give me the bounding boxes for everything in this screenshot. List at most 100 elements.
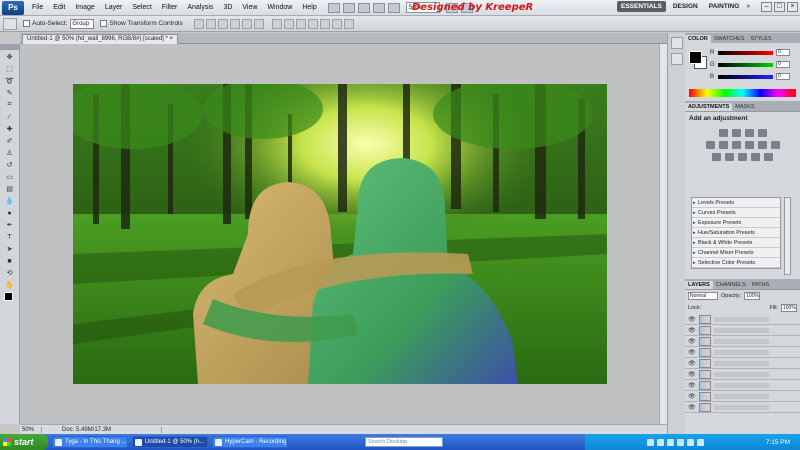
curves-icon[interactable] bbox=[744, 129, 754, 137]
quick-select-tool-icon[interactable]: ✎ bbox=[4, 88, 16, 98]
taskbar-clock[interactable]: 7:15 PM bbox=[766, 439, 790, 446]
eyedropper-tool-icon[interactable]: ⁄ bbox=[4, 112, 16, 122]
eye-icon[interactable]: 👁 bbox=[688, 360, 696, 367]
tray-icon[interactable] bbox=[667, 438, 674, 446]
layer-row[interactable]: 👁 bbox=[685, 391, 800, 402]
taskbar-item-hypercam[interactable]: HyperCam - Recording bbox=[212, 436, 288, 448]
eye-icon[interactable]: 👁 bbox=[688, 316, 696, 323]
tab-paths[interactable]: PATHS bbox=[749, 281, 773, 289]
adjustments-scrollbar[interactable] bbox=[784, 197, 791, 275]
tray-icon[interactable] bbox=[657, 438, 664, 446]
maximize-button[interactable]: □ bbox=[774, 2, 785, 12]
panel-foreground-swatch[interactable] bbox=[689, 51, 702, 64]
document-canvas-image[interactable] bbox=[73, 84, 607, 384]
layer-row[interactable]: 👁 bbox=[685, 336, 800, 347]
status-zoom[interactable]: 50% bbox=[20, 426, 42, 433]
workspace-painting[interactable]: PAINTING bbox=[705, 1, 744, 12]
tray-icon[interactable] bbox=[647, 438, 654, 446]
menu-image[interactable]: Image bbox=[70, 4, 99, 11]
distribute-middle-icon[interactable] bbox=[283, 18, 294, 29]
3d-rotate-tool-icon[interactable]: ⟲ bbox=[4, 268, 16, 278]
gradient-map-icon[interactable] bbox=[751, 153, 760, 161]
menu-window[interactable]: Window bbox=[262, 4, 297, 11]
preset-hue-saturation[interactable]: Hue/Saturation Presets bbox=[692, 228, 780, 238]
eye-icon[interactable]: 👁 bbox=[688, 393, 696, 400]
tray-icon[interactable] bbox=[677, 438, 684, 446]
desktop-search-input[interactable]: Search Desktop bbox=[365, 437, 443, 447]
volume-icon[interactable] bbox=[697, 438, 704, 446]
auto-align-icon[interactable] bbox=[343, 18, 354, 29]
layer-row[interactable]: 👁 bbox=[685, 347, 800, 358]
invert-icon[interactable] bbox=[712, 153, 721, 161]
hue-saturation-icon[interactable] bbox=[718, 141, 728, 149]
menu-file[interactable]: File bbox=[27, 4, 48, 11]
tab-channels[interactable]: CHANNELS bbox=[713, 281, 749, 289]
preset-exposure[interactable]: Exposure Presets bbox=[692, 218, 780, 228]
eye-icon[interactable]: 👁 bbox=[688, 327, 696, 334]
distribute-right-icon[interactable] bbox=[331, 18, 342, 29]
taskbar-item-photoshop[interactable]: Untitled-1 @ 50% (h... bbox=[132, 436, 208, 448]
preset-channel-mixer[interactable]: Channel Mixer Presets bbox=[692, 248, 780, 258]
menu-layer[interactable]: Layer bbox=[100, 4, 128, 11]
red-slider[interactable] bbox=[718, 50, 773, 55]
align-right-icon[interactable] bbox=[253, 18, 264, 29]
brush-tool-icon[interactable]: ✐ bbox=[4, 136, 16, 146]
green-value-field[interactable]: 0 bbox=[776, 61, 790, 68]
align-left-icon[interactable] bbox=[229, 18, 240, 29]
menu-help[interactable]: Help bbox=[297, 4, 321, 11]
menu-3d[interactable]: 3D bbox=[218, 4, 237, 11]
menu-view[interactable]: View bbox=[237, 4, 262, 11]
green-slider[interactable] bbox=[718, 62, 773, 67]
red-value-field[interactable]: 0 bbox=[776, 49, 790, 56]
blue-value-field[interactable]: 0 bbox=[776, 73, 790, 80]
distribute-center-icon[interactable] bbox=[319, 18, 330, 29]
tab-masks[interactable]: MASKS bbox=[732, 103, 757, 111]
color-balance-icon[interactable] bbox=[731, 141, 741, 149]
workspace-more-button[interactable]: » bbox=[746, 3, 750, 10]
history-panel-icon[interactable] bbox=[670, 37, 683, 49]
preset-black-white[interactable]: Black & White Presets bbox=[692, 238, 780, 248]
workspace-essentials[interactable]: ESSENTIALS bbox=[617, 1, 666, 12]
brightness-contrast-icon[interactable] bbox=[718, 129, 728, 137]
menu-filter[interactable]: Filter bbox=[157, 4, 183, 11]
menu-select[interactable]: Select bbox=[127, 4, 156, 11]
blur-tool-icon[interactable]: 💧 bbox=[4, 196, 16, 206]
eraser-tool-icon[interactable]: ▭ bbox=[4, 172, 16, 182]
menu-analysis[interactable]: Analysis bbox=[182, 4, 218, 11]
preset-levels[interactable]: Levels Presets bbox=[692, 198, 780, 208]
clone-stamp-tool-icon[interactable]: ♙ bbox=[4, 148, 16, 158]
tab-layers[interactable]: LAYERS bbox=[685, 281, 713, 289]
align-top-icon[interactable] bbox=[193, 18, 204, 29]
vibrance-icon[interactable] bbox=[705, 141, 715, 149]
align-center-icon[interactable] bbox=[241, 18, 252, 29]
align-bottom-icon[interactable] bbox=[217, 18, 228, 29]
fill-field[interactable]: 100% bbox=[781, 304, 797, 312]
taskbar-item-music[interactable]: Tyga - In This Thang ... bbox=[52, 436, 128, 448]
healing-brush-tool-icon[interactable]: ✚ bbox=[4, 124, 16, 134]
hand-icon[interactable] bbox=[372, 2, 385, 13]
menu-edit[interactable]: Edit bbox=[48, 4, 70, 11]
opacity-field[interactable]: 100% bbox=[744, 292, 761, 300]
crop-tool-icon[interactable]: ⌗ bbox=[4, 100, 16, 110]
distribute-left-icon[interactable] bbox=[307, 18, 318, 29]
eye-icon[interactable]: 👁 bbox=[688, 404, 696, 411]
bridge-icon[interactable] bbox=[327, 2, 340, 13]
lasso-tool-icon[interactable]: ➰ bbox=[4, 76, 16, 86]
layer-row[interactable]: 👁 bbox=[685, 358, 800, 369]
transform-controls-checkbox[interactable] bbox=[100, 20, 108, 27]
tab-adjustments[interactable]: ADJUSTMENTS bbox=[685, 103, 733, 111]
toolbox-header[interactable] bbox=[0, 44, 19, 50]
blue-slider[interactable] bbox=[718, 74, 773, 79]
align-middle-icon[interactable] bbox=[205, 18, 216, 29]
foreground-color-swatch[interactable] bbox=[4, 292, 13, 301]
preset-curves[interactable]: Curves Presets bbox=[692, 208, 780, 218]
actions-panel-icon[interactable] bbox=[670, 53, 683, 65]
path-selection-tool-icon[interactable]: ➤ bbox=[4, 244, 16, 254]
mini-bridge-icon[interactable] bbox=[342, 2, 355, 13]
tab-swatches[interactable]: SWATCHES bbox=[711, 35, 748, 43]
channel-mixer-icon[interactable] bbox=[770, 141, 780, 149]
distribute-bottom-icon[interactable] bbox=[295, 18, 306, 29]
document-tab[interactable]: Untitled-1 @ 50% (hd_wall_8996, RGB/8#) … bbox=[22, 34, 179, 44]
blend-mode-select[interactable]: Normal bbox=[688, 292, 718, 300]
posterize-icon[interactable] bbox=[725, 153, 734, 161]
